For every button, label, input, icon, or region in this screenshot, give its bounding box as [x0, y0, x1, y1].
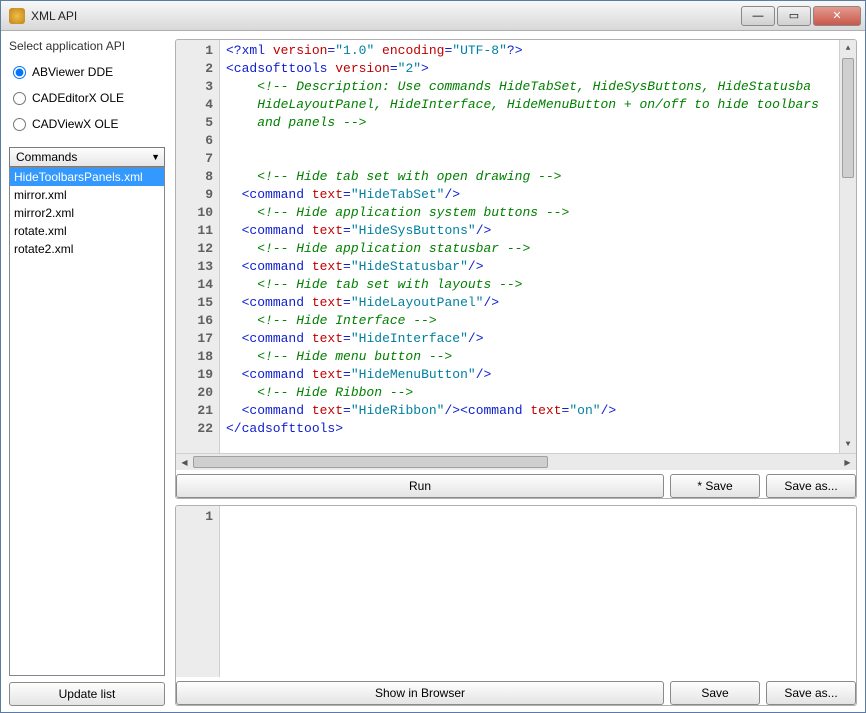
list-item[interactable]: rotate.xml [10, 222, 164, 240]
output-saveas-button[interactable]: Save as... [766, 681, 856, 705]
app-icon [9, 8, 25, 24]
code-editor[interactable]: 12345678910111213141516171819202122 <?xm… [176, 40, 856, 453]
commands-listbox[interactable]: HideToolbarsPanels.xmlmirror.xmlmirror2.… [9, 167, 165, 676]
output-save-button[interactable]: Save [670, 681, 760, 705]
output-editor[interactable]: 1 [176, 506, 856, 677]
api-radio-label-2: CADViewX OLE [32, 117, 118, 131]
titlebar: XML API — ▭ ✕ [1, 1, 865, 31]
editor-vscrollbar[interactable]: ▲ ▼ [839, 40, 856, 453]
chevron-down-icon: ▼ [151, 152, 160, 162]
commands-dropdown[interactable]: Commands ▼ [9, 147, 165, 167]
hscroll-thumb[interactable] [193, 456, 548, 468]
scroll-left-icon[interactable]: ◀ [176, 458, 193, 467]
commands-dropdown-label: Commands [16, 150, 77, 164]
api-radio-2[interactable]: CADViewX OLE [13, 117, 165, 131]
maximize-button[interactable]: ▭ [777, 6, 811, 26]
list-item[interactable]: mirror2.xml [10, 204, 164, 222]
close-button[interactable]: ✕ [813, 6, 861, 26]
api-radio-input-0[interactable] [13, 66, 26, 79]
output-gutter: 1 [176, 506, 220, 677]
api-radio-input-1[interactable] [13, 92, 26, 105]
window-title: XML API [31, 9, 741, 23]
vscroll-thumb[interactable] [842, 58, 854, 178]
api-radio-input-2[interactable] [13, 118, 26, 131]
api-group-label: Select application API [9, 39, 165, 53]
output-code[interactable] [220, 506, 856, 677]
editor-panel: 12345678910111213141516171819202122 <?xm… [175, 39, 857, 499]
editor-save-button[interactable]: * Save [670, 474, 760, 498]
editor-gutter: 12345678910111213141516171819202122 [176, 40, 220, 453]
api-radio-label-0: ABViewer DDE [32, 65, 113, 79]
api-radio-label-1: CADEditorX OLE [32, 91, 124, 105]
show-in-browser-button[interactable]: Show in Browser [176, 681, 664, 705]
update-list-button[interactable]: Update list [9, 682, 165, 706]
list-item[interactable]: HideToolbarsPanels.xml [10, 168, 164, 186]
api-radio-1[interactable]: CADEditorX OLE [13, 91, 165, 105]
scroll-down-icon[interactable]: ▼ [840, 436, 856, 453]
editor-saveas-button[interactable]: Save as... [766, 474, 856, 498]
list-item[interactable]: rotate2.xml [10, 240, 164, 258]
editor-hscrollbar[interactable]: ◀ ▶ [176, 453, 856, 470]
scroll-right-icon[interactable]: ▶ [839, 458, 856, 467]
api-radio-0[interactable]: ABViewer DDE [13, 65, 165, 79]
minimize-button[interactable]: — [741, 6, 775, 26]
list-item[interactable]: mirror.xml [10, 186, 164, 204]
scroll-up-icon[interactable]: ▲ [840, 40, 856, 57]
output-panel: 1 Show in Browser Save Save as... [175, 505, 857, 706]
sidebar: Select application API ABViewer DDE CADEd… [1, 31, 171, 712]
run-button[interactable]: Run [176, 474, 664, 498]
editor-code[interactable]: <?xml version="1.0" encoding="UTF-8"?><c… [220, 40, 839, 453]
